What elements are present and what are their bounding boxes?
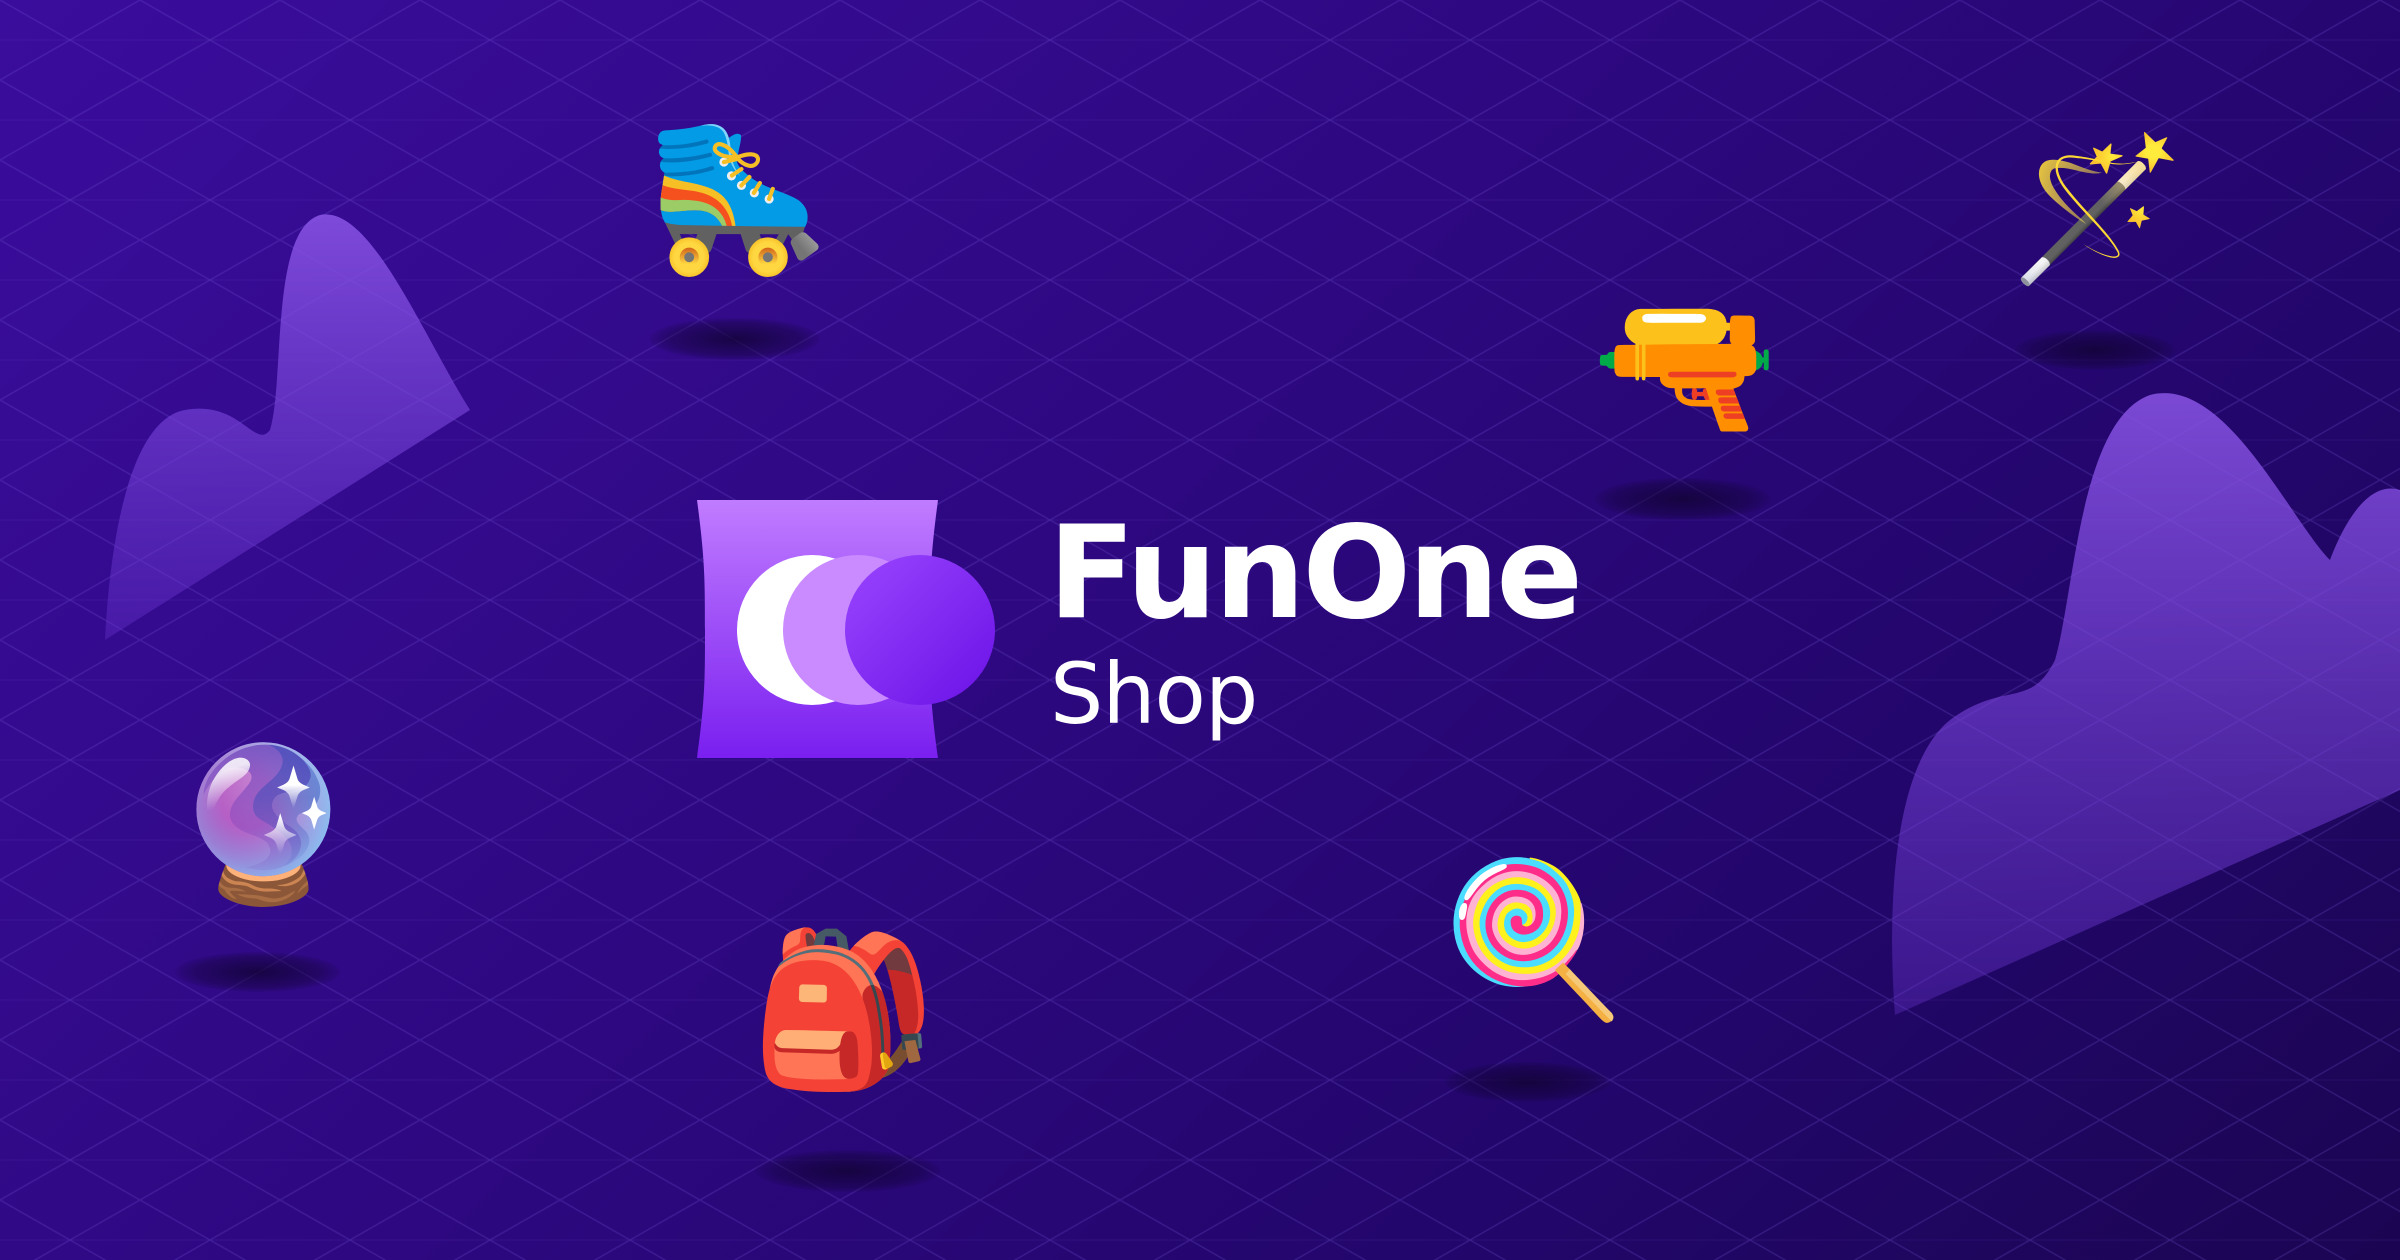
item-shadow [2015, 330, 2175, 370]
water-pistol-icon: 🔫 [1591, 278, 1779, 452]
brand-name: FunOne [1048, 499, 1583, 648]
item-shadow [650, 318, 820, 360]
item-shadow [755, 1150, 940, 1192]
roller-skate-icon: 🛼 [645, 108, 832, 282]
lollipop-icon: 🍭 [1440, 853, 1627, 1027]
crystal-ball-icon: 🔮 [170, 738, 357, 912]
item-shadow [1445, 1062, 1610, 1102]
item-shadow [175, 952, 340, 992]
item-shadow [1595, 478, 1770, 520]
brand-subtitle: Shop [1050, 645, 1258, 743]
banner: FunOne Shop 🛼 🪄 🔫 🔮 🎒 🍭 [0, 0, 2400, 1260]
backpack-icon: 🎒 [750, 923, 937, 1097]
logo-circle-main [845, 555, 995, 705]
magic-wand-icon: 🪄 [2010, 128, 2185, 291]
